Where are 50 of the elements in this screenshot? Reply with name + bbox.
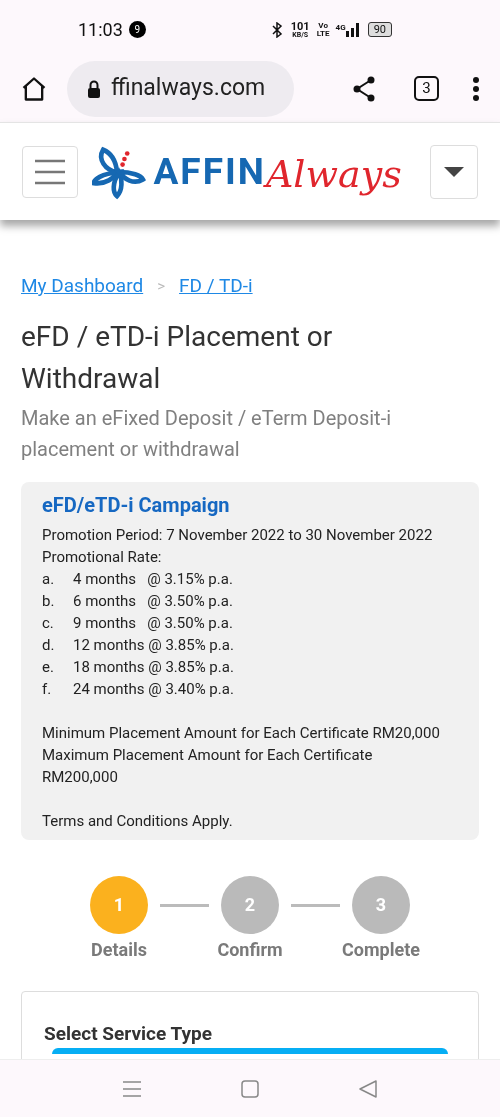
rate-item: 4 months @ 3.15% p.a.	[73, 568, 233, 590]
terms-note: Terms and Conditions Apply.	[42, 810, 234, 832]
promotion-period: Promotion Period: 7 November 2022 to 30 November 2022	[42, 524, 434, 546]
lock-icon	[87, 79, 101, 98]
dropdown-button[interactable]	[429, 144, 478, 199]
home-nav-icon[interactable]	[241, 1079, 259, 1098]
more-icon[interactable]	[472, 75, 480, 102]
rate-item: 9 months @ 3.50% p.a.	[73, 612, 233, 634]
step-label: Details	[91, 937, 147, 962]
page-subtitle: Make an eFixed Deposit / eTerm Deposit-i placement or withdrawal	[21, 404, 393, 463]
brand-script: Always	[265, 151, 402, 198]
maximum-amount: Maximum Placement Amount for Each Certificate RM200,000	[42, 744, 374, 788]
network-speed: 101	[290, 20, 310, 32]
breadcrumb-link[interactable]: FD / TD-i	[179, 272, 253, 301]
rate-item: 18 months @ 3.85% p.a.	[73, 656, 234, 678]
network-type: 4G	[335, 22, 346, 34]
campaign-title: eFD/eTD-i Campaign	[42, 491, 231, 519]
battery-indicator: 90	[367, 22, 392, 37]
lte-label: LTE	[316, 29, 330, 38]
status-time: 11:03	[78, 18, 123, 42]
rate-item: 6 months @ 3.50% p.a.	[73, 590, 233, 612]
menu-icon	[33, 158, 66, 185]
list-letter: f.	[42, 678, 53, 700]
signal-icon	[345, 22, 360, 37]
list-letter: b.	[42, 590, 56, 612]
share-icon[interactable]	[352, 75, 376, 102]
breadcrumb-link[interactable]: My Dashboard	[21, 272, 144, 301]
volte-label: Vo	[318, 21, 328, 30]
step-label: Complete	[342, 937, 420, 962]
list-letter: e.	[42, 656, 55, 678]
rate-item: 24 months @ 3.40% p.a.	[73, 678, 234, 700]
tab-count[interactable]: 3	[414, 76, 439, 101]
notification-count: 9	[128, 21, 146, 38]
list-letter: c.	[42, 612, 55, 634]
address-bar[interactable]: ffinalways.com	[67, 60, 294, 117]
home-icon[interactable]	[20, 74, 48, 103]
list-letter: d.	[42, 634, 56, 656]
list-letter: a.	[42, 568, 56, 590]
minimum-amount: Minimum Placement Amount for Each Certificate RM20,000	[42, 722, 441, 744]
caret-icon	[443, 166, 464, 177]
menu-button[interactable]	[22, 145, 78, 198]
url-text: ffinalways.com	[111, 73, 266, 104]
recent-apps-icon[interactable]	[123, 1080, 141, 1097]
step-label: Confirm	[217, 937, 283, 962]
page-title: eFD / eTD-i Placement or Withdrawal	[21, 318, 334, 397]
rate-heading: Promotional Rate:	[42, 546, 163, 568]
section-title: Select Service Type	[44, 1020, 213, 1047]
rate-item: 12 months @ 3.85% p.a.	[73, 634, 234, 656]
breadcrumb-separator: >	[157, 276, 166, 297]
back-icon[interactable]	[359, 1079, 377, 1098]
